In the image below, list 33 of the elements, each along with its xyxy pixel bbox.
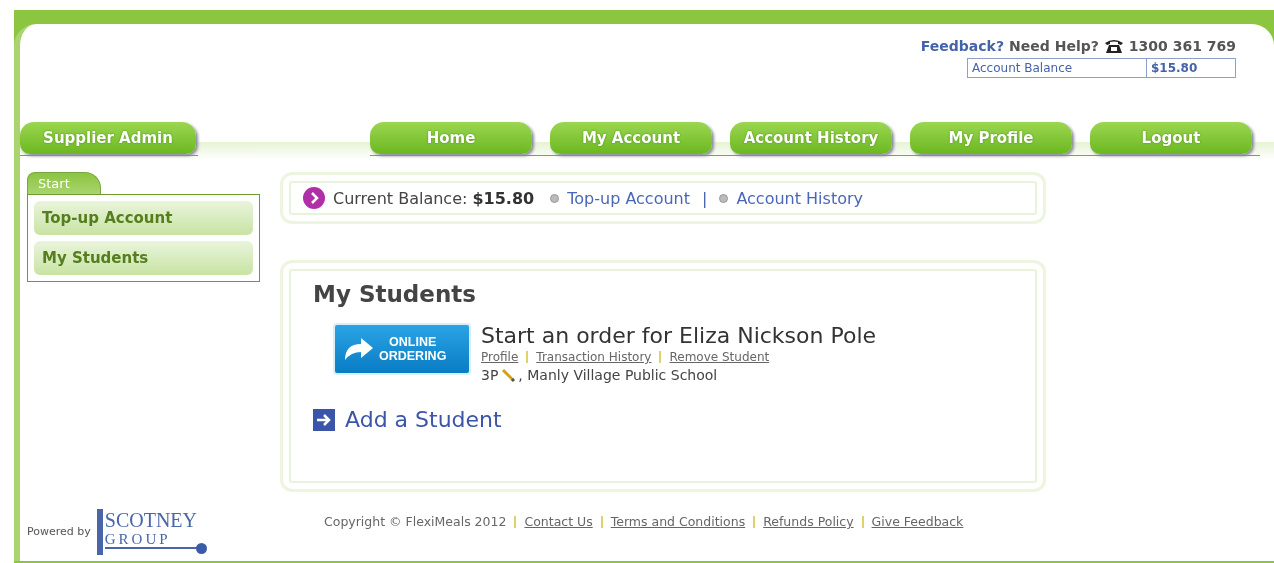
copyright-text: Copyright © FlexiMeals 2012 xyxy=(324,514,507,529)
bullet-icon xyxy=(719,193,729,203)
scotney-group-logo: SCOTNEY GROUP xyxy=(96,508,207,555)
arrow-right-icon xyxy=(313,408,335,431)
student-link[interactable]: Transaction History xyxy=(536,350,652,364)
telephone-icon xyxy=(1103,38,1124,54)
feedback-link[interactable]: Feedback? xyxy=(920,38,1005,54)
student-link[interactable]: Profile xyxy=(481,350,519,364)
footer-link[interactable]: Refunds Policy xyxy=(763,514,854,529)
student-heading: Start an order for Eliza Nickson Pole xyxy=(481,323,877,348)
footer-link[interactable]: Give Feedback xyxy=(871,514,964,529)
panel-title: My Students xyxy=(313,281,477,307)
account-balance-label: Account Balance xyxy=(968,59,1147,77)
online-ordering-button[interactable]: ONLINE ORDERING xyxy=(333,323,471,375)
pencil-icon[interactable] xyxy=(501,368,516,382)
arrow-circle-icon xyxy=(303,187,325,209)
bullet-icon xyxy=(550,193,560,203)
class-label: 3P xyxy=(481,367,499,383)
balance-link[interactable]: Account History xyxy=(736,188,863,208)
help-label: Need Help? xyxy=(1009,38,1099,54)
phone-number: 1300 361 769 xyxy=(1128,38,1236,54)
sidebar-item[interactable]: My Students xyxy=(34,241,253,275)
school-name: , Manly Village Public School xyxy=(518,367,718,383)
footer-link[interactable]: Terms and Conditions xyxy=(610,514,746,529)
separator: | xyxy=(702,188,708,208)
balance-link[interactable]: Top-up Account xyxy=(567,188,690,208)
student-link[interactable]: Remove Student xyxy=(669,350,770,364)
sidebar-item[interactable]: Top-up Account xyxy=(34,201,253,235)
footer-link[interactable]: Contact Us xyxy=(524,514,593,529)
add-student-link[interactable]: Add a Student xyxy=(345,407,502,432)
current-balance-text: Current Balance: $15.80 xyxy=(333,188,535,208)
account-balance-value: $15.80 xyxy=(1150,60,1199,77)
powered-by-label: Powered by xyxy=(27,525,91,539)
